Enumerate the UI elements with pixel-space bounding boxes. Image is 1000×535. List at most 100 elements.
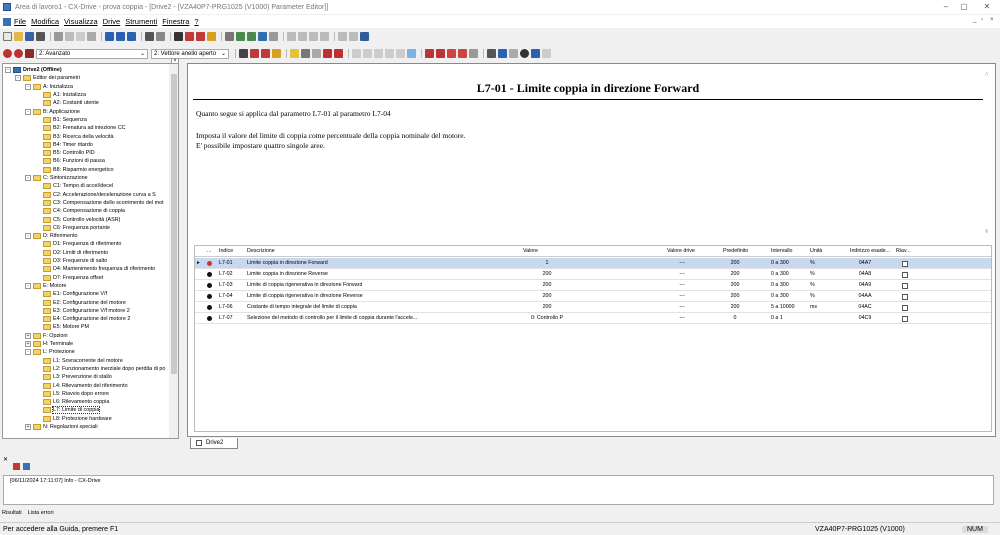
graph-icon[interactable]	[498, 49, 507, 58]
scroll-down-icon[interactable]: v	[985, 227, 989, 235]
copy-icon[interactable]	[65, 32, 74, 41]
warning-icon[interactable]	[290, 49, 299, 58]
tree-node[interactable]: C1: Tempo di accel/decel	[35, 182, 113, 190]
param-list-icon[interactable]	[352, 49, 361, 58]
collapse-icon[interactable]: -	[25, 349, 31, 356]
menu-item-modifica[interactable]: Modifica	[31, 17, 59, 26]
download-icon[interactable]	[261, 49, 270, 58]
export-icon[interactable]	[487, 49, 496, 58]
tree-node[interactable]: E2: Configurazione del motore	[35, 298, 126, 306]
column-header-value[interactable]: Valore	[523, 246, 538, 257]
list-icon[interactable]	[225, 32, 234, 41]
tree-node[interactable]: A2: Costanti utente	[35, 99, 99, 107]
tree-node[interactable]: B1: Sequenza	[35, 116, 87, 124]
properties-icon[interactable]	[312, 49, 321, 58]
tree-node[interactable]: B8: Risparmio energetico	[35, 166, 114, 174]
tab-drive2[interactable]: Drive2	[190, 438, 238, 449]
tree-node[interactable]: L4: Rilevamento del riferimento	[35, 381, 128, 389]
new-icon[interactable]	[3, 32, 12, 41]
tree-node[interactable]: E4: Configurazione del motore 2	[35, 315, 130, 323]
collapse-icon[interactable]: -	[25, 83, 31, 90]
tree-scrollbar[interactable]	[169, 64, 178, 438]
column-header[interactable]: ...	[207, 246, 211, 257]
undo-icon[interactable]	[87, 32, 96, 41]
tree-node[interactable]: L3: Prevenzione di stallo	[35, 373, 112, 381]
tree-node[interactable]: B6: Funzioni di pausa	[35, 157, 105, 165]
tree-node[interactable]: B5: Controllo PID	[35, 149, 95, 157]
cell-value[interactable]: 1	[517, 258, 577, 269]
connect-icon[interactable]	[3, 49, 12, 58]
column-header-description[interactable]: Descrizione	[247, 246, 275, 257]
offline-icon[interactable]	[196, 32, 205, 41]
tree-node[interactable]: L1: Sovracorrente del motore	[35, 357, 123, 365]
output-pin-icon[interactable]: ✕	[3, 456, 8, 463]
tree-node[interactable]: L2: Funzionamento inerziale dopo perdita…	[35, 365, 165, 373]
param-edit-icon[interactable]	[385, 49, 394, 58]
tree-node[interactable]: C2: Accelerazione/decelerazione curva a …	[35, 191, 156, 199]
cascade-icon[interactable]	[127, 32, 136, 41]
tree-node[interactable]: C4: Compensazione di coppia	[35, 207, 125, 215]
tree-node[interactable]: - Drive2 (Offline)	[5, 66, 62, 74]
restart-checkbox[interactable]	[902, 315, 908, 322]
compare-icon[interactable]	[236, 32, 245, 41]
tree-node[interactable]: - A: Inizializza	[25, 83, 73, 91]
help-scrollbar[interactable]: ^ v	[983, 69, 994, 241]
table-row[interactable]: L7-04 Limite di coppia rigenerativa in di…	[195, 291, 991, 302]
menu-item-strumenti[interactable]: Strumenti	[125, 17, 157, 26]
tree-node[interactable]: D1: Frequenza di riferimento	[35, 240, 121, 248]
mode-icon[interactable]	[542, 49, 551, 58]
expand-icon[interactable]: +	[25, 332, 31, 339]
collapse-icon[interactable]: -	[15, 75, 21, 82]
tree-node[interactable]: - E: Motore	[25, 282, 66, 290]
save-all-icon[interactable]	[36, 32, 45, 41]
menu-item-drive[interactable]: Drive	[103, 17, 121, 26]
tree-node[interactable]: - C: Sintonizzazione	[25, 174, 88, 182]
tree-node[interactable]: B3: Ricerca della velocità	[35, 132, 114, 140]
tree-node[interactable]: B4: Timer ritardo	[35, 141, 93, 149]
tree-pin-icon[interactable]: ×	[171, 58, 179, 64]
tree-node[interactable]: A1: Inizializza	[35, 91, 86, 99]
save-icon[interactable]	[25, 32, 34, 41]
drive-settings-icon[interactable]	[436, 49, 445, 58]
expand-icon[interactable]: +	[25, 341, 31, 348]
tree-node[interactable]: + F: Opzioni	[25, 332, 68, 340]
tree-node[interactable]: E1: Configurazione V/f	[35, 290, 107, 298]
print-icon[interactable]	[145, 32, 154, 41]
tree-node[interactable]: C5: Controllo velocità (ASR)	[35, 215, 120, 223]
collapse-icon[interactable]: -	[25, 233, 31, 240]
disconnect-icon[interactable]	[14, 49, 23, 58]
cell-value[interactable]: 200	[517, 291, 577, 302]
drive-icon[interactable]	[425, 49, 434, 58]
column-header-range[interactable]: Intervallo	[771, 246, 793, 257]
tree-node[interactable]: D7: Frequenza offset	[35, 274, 103, 282]
paste-icon[interactable]	[76, 32, 85, 41]
tree-node[interactable]: E3: Configurazione V/f motore 2	[35, 307, 130, 315]
column-header-unit[interactable]: Unità	[810, 246, 822, 257]
help-icon[interactable]	[207, 32, 216, 41]
tree-node[interactable]: L5: Riavvio dopo errore	[35, 390, 109, 398]
column-header-address[interactable]: Indirizzo esade...	[850, 246, 890, 257]
stop-icon[interactable]	[25, 49, 34, 58]
info-icon[interactable]	[272, 49, 281, 58]
column-header-restart[interactable]: Riav...	[896, 246, 911, 257]
tree-node[interactable]: D2: Limiti di riferimento	[35, 249, 108, 257]
collapse-icon[interactable]: -	[25, 282, 31, 289]
drive-run-icon[interactable]	[447, 49, 456, 58]
search-icon[interactable]	[239, 49, 248, 58]
restart-checkbox[interactable]	[902, 304, 908, 311]
table-row[interactable]: L7-03 Limite di coppia rigenerativa in di…	[195, 280, 991, 291]
trace-icon[interactable]	[531, 49, 540, 58]
tree-node[interactable]: L6: Rilevamento coppia	[35, 398, 109, 406]
tree-node[interactable]: - B: Applicazione	[25, 108, 80, 116]
tree-node[interactable]: D4: Mantenimento frequenza di riferiment…	[35, 265, 155, 273]
tree-node[interactable]: L7: Limite di coppia	[35, 406, 101, 415]
param-copy-icon[interactable]	[374, 49, 383, 58]
print-preview-icon[interactable]	[156, 32, 165, 41]
tree-node[interactable]: - L: Protezione	[25, 348, 75, 356]
mode-select[interactable]: 2: Avanzato ⌄	[36, 48, 148, 59]
log-filter-icon[interactable]	[23, 463, 30, 470]
param-reset-icon[interactable]	[396, 49, 405, 58]
tile-icon[interactable]	[116, 32, 125, 41]
collapse-icon[interactable]: -	[25, 108, 31, 115]
zoom-fit-icon[interactable]	[320, 32, 329, 41]
